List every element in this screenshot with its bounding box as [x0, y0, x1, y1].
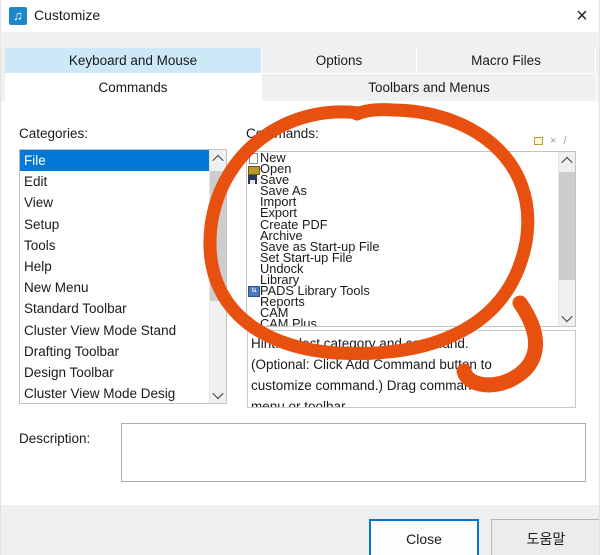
pads-logo-icon: ♫: [9, 7, 27, 25]
command-icon-spacer: [247, 253, 260, 263]
scroll-up-icon[interactable]: [559, 152, 575, 169]
overlay-close-icon[interactable]: ×: [550, 136, 556, 146]
command-label: CAM Plus: [260, 318, 317, 327]
window-close-icon[interactable]: ×: [566, 2, 598, 30]
category-item-drafting-toolbar[interactable]: Drafting Toolbar: [20, 341, 211, 362]
category-item-cluster-view-mode-standard[interactable]: Cluster View Mode Stand: [20, 320, 211, 341]
scroll-up-icon[interactable]: [210, 150, 226, 167]
command-icon-spacer: [247, 208, 260, 218]
category-item-help[interactable]: Help: [20, 256, 211, 277]
command-icon-spacer: [247, 231, 260, 241]
command-icon-spacer: [247, 242, 260, 252]
tab-commands[interactable]: Commands: [5, 74, 262, 102]
hint-line: menu or toolbar.: [251, 396, 575, 408]
category-item-setup[interactable]: Setup: [20, 214, 211, 235]
save-floppy-icon: [247, 175, 260, 185]
annotation-overlay-controls: × /: [534, 136, 567, 146]
command-item-new[interactable]: New: [247, 152, 575, 163]
category-item-view[interactable]: View: [20, 192, 211, 213]
close-button-label: Close: [406, 531, 442, 547]
help-button[interactable]: 도움말: [491, 519, 600, 555]
category-item-new-menu[interactable]: New Menu: [20, 277, 211, 298]
command-item-save-as[interactable]: Save As: [247, 185, 575, 196]
open-folder-icon: [247, 164, 260, 174]
pads-library-icon: fa: [247, 286, 260, 296]
hint-line: customize command.) Drag command to: [251, 375, 575, 396]
overlay-box-icon[interactable]: [534, 137, 543, 145]
scroll-down-icon[interactable]: [559, 309, 575, 326]
hint-line: (Optional: Click Add Command button to: [251, 354, 575, 375]
tab-row-2: Commands Toolbars and Menus: [1, 74, 600, 102]
close-button[interactable]: Close: [369, 519, 479, 555]
tab-label: Toolbars and Menus: [368, 80, 490, 95]
window-title: Customize: [34, 7, 100, 23]
title-bar: ♫ Customize ×: [1, 0, 600, 32]
command-icon-spacer: [247, 220, 260, 230]
commands-scrollbar[interactable]: [558, 152, 575, 326]
tab-keyboard-and-mouse[interactable]: Keyboard and Mouse: [5, 48, 262, 74]
category-item-edit[interactable]: Edit: [20, 171, 211, 192]
categories-label: Categories:: [19, 126, 88, 141]
command-icon-spacer: [247, 275, 260, 285]
hint-line: Hint: Select category and command.: [251, 333, 575, 354]
command-icon-spacer: [247, 297, 260, 307]
command-icon-spacer: [247, 264, 260, 274]
overlay-pencil-icon[interactable]: /: [563, 136, 566, 146]
tab-options[interactable]: Options: [262, 48, 417, 74]
category-item-design-toolbar[interactable]: Design Toolbar: [20, 362, 211, 383]
category-item-standard-toolbar[interactable]: Standard Toolbar: [20, 298, 211, 319]
customize-dialog: ♫ Customize × Keyboard and Mouse Options…: [0, 0, 600, 555]
command-item-cam-plus[interactable]: CAM Plus: [247, 318, 575, 327]
scrollbar-thumb[interactable]: [559, 172, 575, 280]
category-item-cluster-view-mode-design[interactable]: Cluster View Mode Desig: [20, 383, 211, 404]
commands-listbox[interactable]: New Open Save Save As Import Export Crea…: [246, 151, 576, 327]
tab-label: Options: [316, 53, 363, 68]
tab-macro-files[interactable]: Macro Files: [417, 48, 596, 74]
category-item-tools[interactable]: Tools: [20, 235, 211, 256]
tab-label: Macro Files: [471, 53, 541, 68]
command-icon-spacer: [247, 319, 260, 327]
tab-spacer: [596, 48, 600, 74]
command-item-open[interactable]: Open: [247, 163, 575, 174]
categories-listbox[interactable]: File Edit View Setup Tools Help New Menu…: [19, 149, 227, 404]
tab-toolbars-and-menus[interactable]: Toolbars and Menus: [262, 74, 597, 102]
tab-row-1: Keyboard and Mouse Options Macro Files: [1, 48, 600, 74]
command-icon-spacer: [247, 197, 260, 207]
command-icon-spacer: [247, 308, 260, 318]
scroll-down-icon[interactable]: [210, 386, 226, 403]
description-field: [121, 423, 586, 482]
hint-box: Hint: Select category and command. (Opti…: [247, 330, 576, 408]
tab-strip-background: [1, 32, 600, 48]
description-label: Description:: [19, 431, 90, 446]
categories-scrollbar[interactable]: [209, 150, 226, 403]
scrollbar-thumb[interactable]: [210, 171, 226, 301]
category-item-file[interactable]: File: [20, 150, 211, 171]
tab-label: Keyboard and Mouse: [69, 53, 197, 68]
command-icon-spacer: [247, 186, 260, 196]
commands-label: Commands:: [246, 126, 319, 141]
command-item-reports[interactable]: Reports: [247, 296, 575, 307]
new-document-icon: [247, 153, 260, 163]
help-button-label: 도움말: [527, 529, 566, 549]
tab-label: Commands: [98, 80, 167, 95]
